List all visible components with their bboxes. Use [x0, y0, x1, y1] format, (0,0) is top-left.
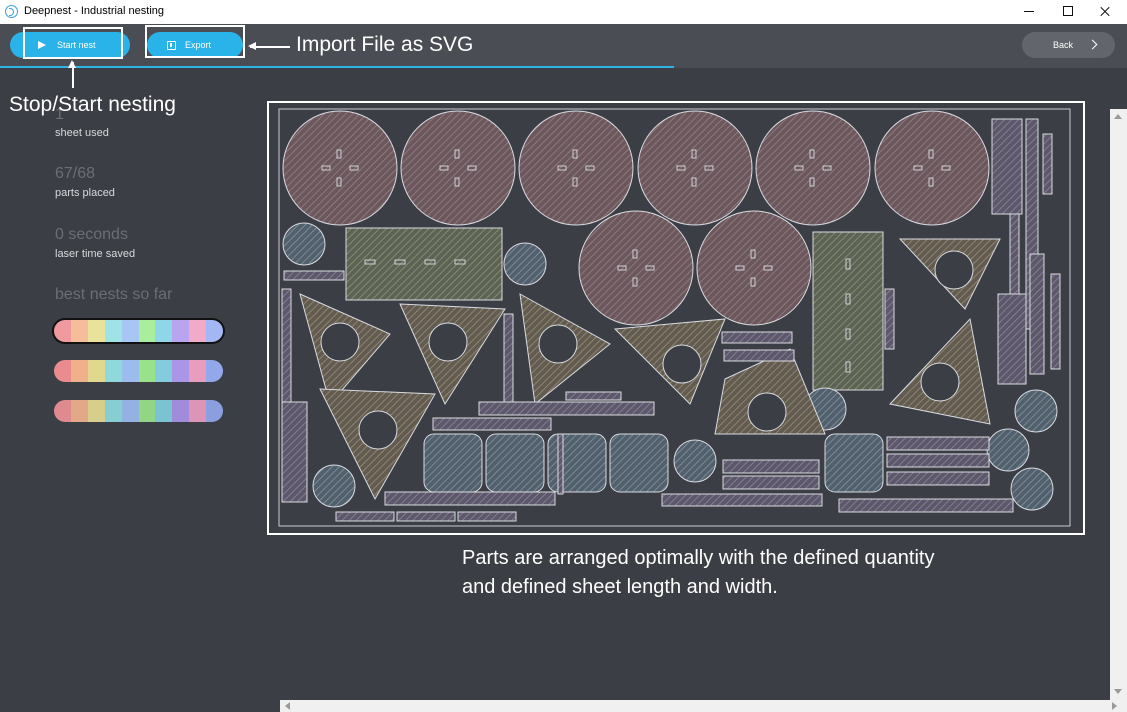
- nest-color-segment: [54, 360, 71, 382]
- title-bar: Deepnest - Industrial nesting: [0, 0, 1127, 24]
- nest-color-segment: [172, 320, 190, 342]
- scroll-right-icon[interactable]: [1112, 702, 1117, 710]
- nest-progress-bar: [0, 66, 674, 68]
- scroll-down-icon[interactable]: [1114, 689, 1122, 694]
- nest-color-segment: [138, 360, 156, 382]
- nest-color-segment: [172, 400, 190, 422]
- parts-placed-value: 67/68: [55, 165, 96, 182]
- minimize-icon[interactable]: [1010, 0, 1048, 24]
- parts-placed-label: parts placed: [55, 187, 115, 199]
- vertical-scrollbar[interactable]: [1110, 109, 1127, 700]
- import-annotation: Import File as SVG: [296, 33, 474, 56]
- nest-color-segment: [155, 400, 173, 422]
- nest-color-segment: [172, 360, 190, 382]
- nest-color-segment: [121, 360, 139, 382]
- nest-color-segment: [206, 360, 223, 382]
- export-highlight: [145, 25, 245, 58]
- nest-color-segment: [87, 400, 105, 422]
- back-button[interactable]: Back: [1022, 32, 1115, 58]
- arrow-left-icon: [248, 43, 290, 49]
- horizontal-scrollbar[interactable]: [280, 700, 1127, 712]
- nest-result-3[interactable]: [54, 400, 223, 422]
- best-nests-title: best nests so far: [55, 286, 173, 303]
- nest-color-segment: [189, 320, 207, 342]
- nest-color-segment: [70, 320, 88, 342]
- nest-color-segment: [121, 400, 139, 422]
- nest-color-segment: [138, 400, 156, 422]
- nest-result-1[interactable]: [54, 320, 223, 342]
- nest-color-segment: [54, 320, 71, 342]
- nest-color-segment: [104, 400, 122, 422]
- start-nest-highlight: [23, 27, 123, 59]
- nest-color-segment: [70, 360, 88, 382]
- nest-color-segment: [206, 400, 223, 422]
- nest-color-segment: [155, 360, 173, 382]
- nest-color-segment: [121, 320, 139, 342]
- deepnest-logo-icon: [5, 5, 18, 18]
- sheets-used-label: sheet used: [55, 127, 109, 139]
- laser-time-label: laser time saved: [55, 248, 136, 260]
- scroll-left-icon[interactable]: [285, 702, 290, 710]
- nest-color-segment: [54, 400, 71, 422]
- scroll-up-icon[interactable]: [1114, 114, 1122, 119]
- arrow-up-icon: [69, 60, 75, 88]
- nest-color-segment: [138, 320, 156, 342]
- maximize-icon[interactable]: [1048, 0, 1086, 24]
- laser-time-value: 0 seconds: [55, 226, 128, 243]
- nest-result-2[interactable]: [54, 360, 223, 382]
- nest-color-segment: [155, 320, 173, 342]
- nest-color-segment: [104, 360, 122, 382]
- nest-color-segment: [87, 360, 105, 382]
- sheet-highlight: [267, 101, 1085, 535]
- nest-color-segment: [189, 360, 207, 382]
- nest-color-segment: [87, 320, 105, 342]
- stop-start-annotation: Stop/Start nesting: [9, 93, 176, 116]
- window-title: Deepnest - Industrial nesting: [24, 5, 165, 17]
- close-icon[interactable]: [1086, 0, 1124, 24]
- chevron-right-icon: [1087, 39, 1098, 50]
- description-annotation: Parts are arranged optimally with the de…: [462, 547, 935, 598]
- nest-color-segment: [104, 320, 122, 342]
- nest-color-segment: [189, 400, 207, 422]
- back-label: Back: [1053, 40, 1074, 50]
- nest-color-segment: [70, 400, 88, 422]
- nest-color-segment: [206, 320, 223, 342]
